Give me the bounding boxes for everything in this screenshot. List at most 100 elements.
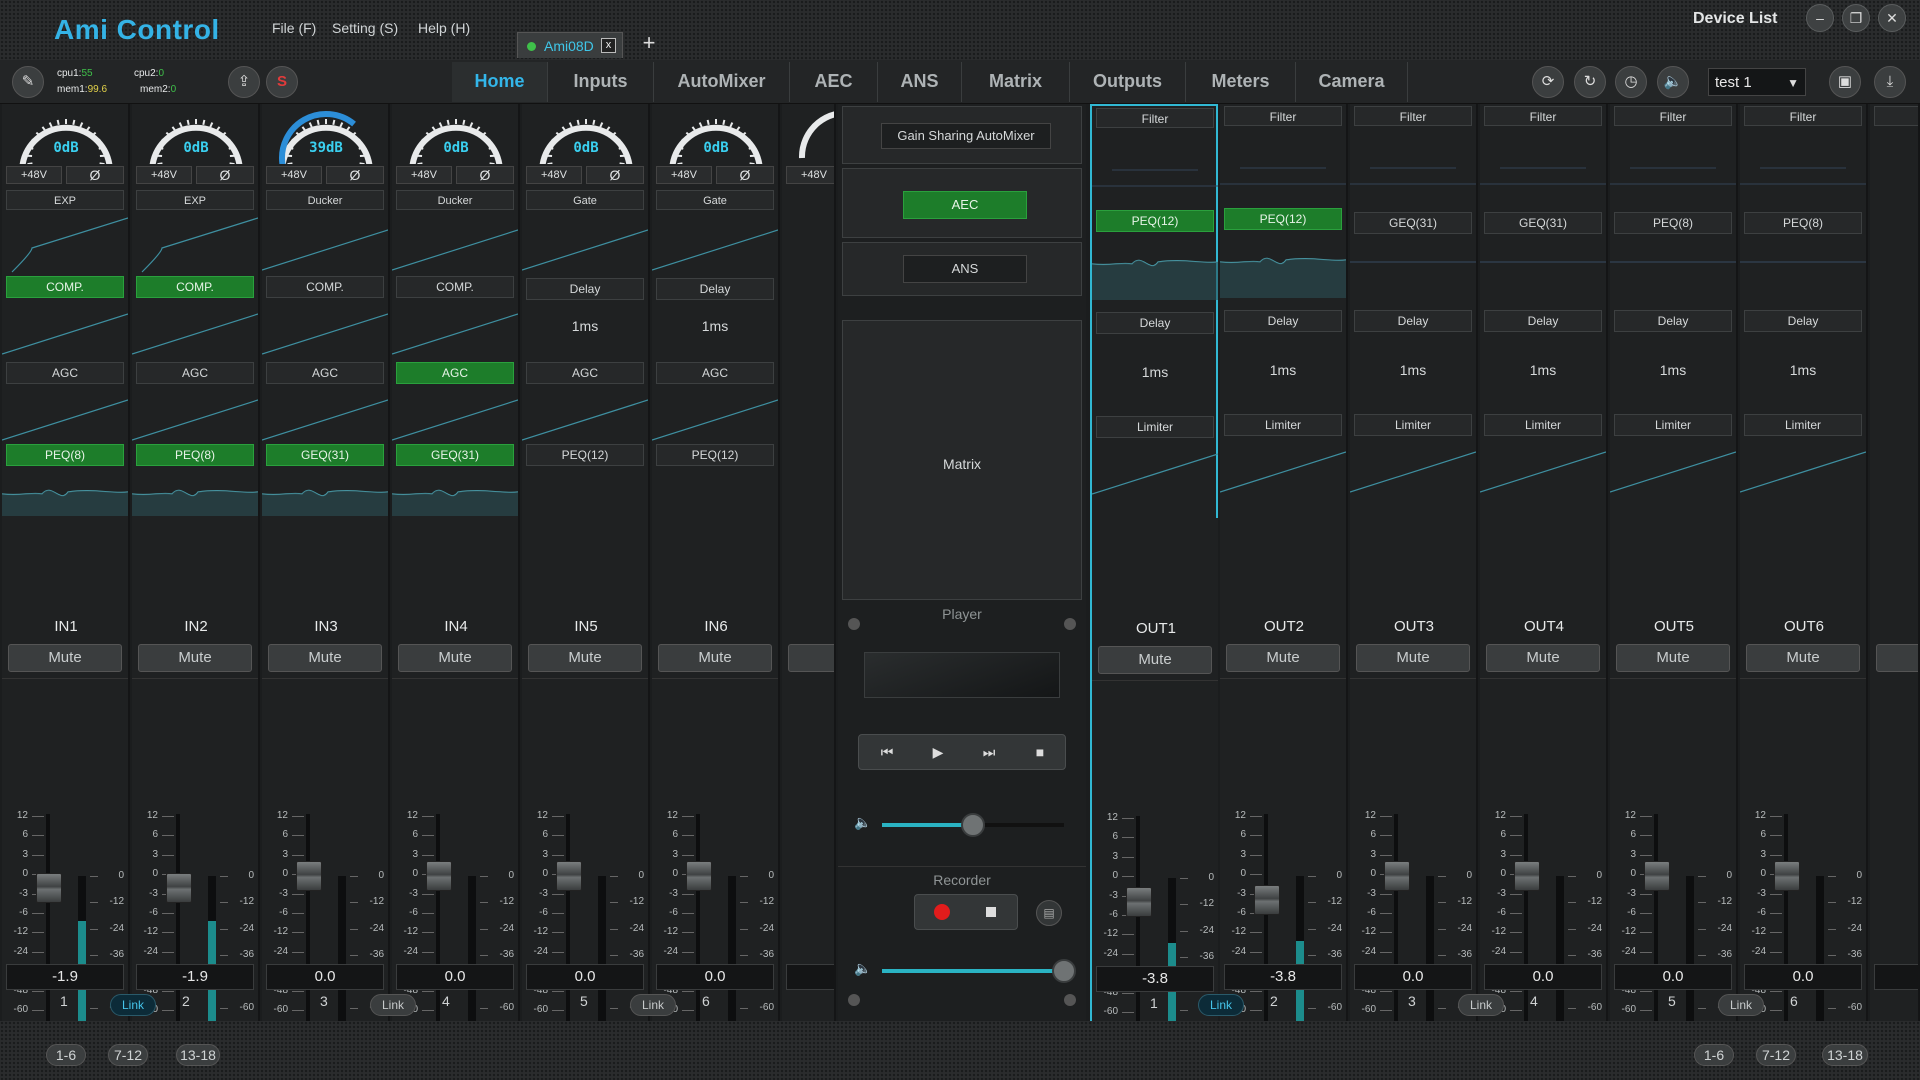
fader-handle[interactable] <box>36 873 62 904</box>
link-button[interactable]: Link <box>1458 994 1504 1016</box>
play-icon[interactable]: ▶ <box>914 737 962 767</box>
phantom-power-button[interactable]: +48V <box>6 166 62 184</box>
compressor-button[interactable]: COMP. <box>396 276 514 298</box>
close-window-icon[interactable]: ✕ <box>1878 4 1906 32</box>
gain-value-box[interactable]: 0.0 <box>396 964 514 990</box>
phantom-power-button[interactable]: +48V <box>786 166 834 184</box>
mute-button[interactable]: Mute <box>1616 644 1730 672</box>
limiter-button[interactable]: Limiter <box>1614 414 1732 436</box>
link-button[interactable]: Link <box>1718 994 1764 1016</box>
gain-value-box[interactable]: 0.0 <box>1354 964 1472 990</box>
phantom-power-button[interactable]: +48V <box>396 166 452 184</box>
filter-button[interactable]: Filter <box>1614 106 1732 126</box>
gain-value-box[interactable]: -1.9 <box>6 964 124 990</box>
dynamics-button[interactable]: EXP <box>6 190 124 210</box>
mute-button[interactable]: Mute <box>528 644 642 672</box>
gain-value-box[interactable]: 0.0 <box>656 964 774 990</box>
filter-button[interactable]: Filter <box>1354 106 1472 126</box>
page-outputs-13-18[interactable]: 13-18 <box>1822 1044 1868 1066</box>
link-button[interactable]: Link <box>370 994 416 1016</box>
upload-icon[interactable]: ⇪ <box>228 66 260 98</box>
preset-select[interactable]: test 1 ▼ <box>1708 68 1806 96</box>
eq-button[interactable]: GEQ(31) <box>1354 212 1472 234</box>
player-volume-slider[interactable] <box>961 813 985 837</box>
page-inputs-7-12[interactable]: 7-12 <box>108 1044 148 1066</box>
fader-handle[interactable] <box>1254 885 1280 916</box>
gain-value-box[interactable]: 0.0 <box>266 964 384 990</box>
tab-home[interactable]: Home <box>452 62 548 102</box>
dynamics-button[interactable]: Ducker <box>396 190 514 210</box>
fader-handle[interactable] <box>1774 861 1800 891</box>
restore-icon[interactable]: ❐ <box>1842 4 1870 32</box>
phase-invert-icon[interactable]: Ø <box>456 166 514 184</box>
eq-button[interactable]: PEQ(12) <box>526 444 644 466</box>
add-tab-icon[interactable]: + <box>637 32 661 56</box>
filter-button[interactable]: Filter <box>1224 106 1342 126</box>
link-button[interactable]: Link <box>1198 994 1244 1016</box>
gain-value-box[interactable] <box>1874 964 1918 990</box>
eq-button[interactable]: PEQ(8) <box>1744 212 1862 234</box>
limiter-button[interactable]: Limiter <box>1224 414 1342 436</box>
agc-button[interactable]: AGC <box>656 362 774 384</box>
fader-handle[interactable] <box>1126 887 1152 918</box>
tab-aec[interactable]: AEC <box>790 62 878 102</box>
record-icon[interactable] <box>934 904 950 920</box>
edit-pencil-icon[interactable]: ✎ <box>12 66 44 98</box>
eq-button[interactable]: PEQ(8) <box>1614 212 1732 234</box>
save-icon[interactable]: ▣ <box>1829 66 1861 98</box>
minimize-icon[interactable]: – <box>1806 4 1834 32</box>
filter-button[interactable]: Filter <box>1874 106 1918 126</box>
gain-value-box[interactable]: 0.0 <box>1614 964 1732 990</box>
mute-button[interactable]: Mute <box>1746 644 1860 672</box>
tab-meters[interactable]: Meters <box>1186 62 1296 102</box>
fader-handle[interactable] <box>166 873 192 904</box>
compressor-button[interactable]: COMP. <box>136 276 254 298</box>
mute-button[interactable]: Mute <box>658 644 772 672</box>
eq-button[interactable]: PEQ(12) <box>1096 210 1214 232</box>
menu-setting[interactable]: Setting (S) <box>332 20 398 36</box>
next-icon[interactable]: ⏭ <box>965 737 1013 767</box>
tab-ans[interactable]: ANS <box>878 62 962 102</box>
tab-matrix[interactable]: Matrix <box>962 62 1070 102</box>
agc-button[interactable]: AGC <box>136 362 254 384</box>
download-icon[interactable]: ⤓ <box>1874 66 1906 98</box>
sync-icon[interactable]: ⟳ <box>1532 66 1564 98</box>
mute-button[interactable]: Mute <box>1098 646 1212 674</box>
delay-button[interactable]: Delay <box>526 278 644 300</box>
gain-value-box[interactable]: 0.0 <box>1484 964 1602 990</box>
eq-button[interactable]: PEQ(12) <box>1224 208 1342 230</box>
limiter-button[interactable]: Limiter <box>1744 414 1862 436</box>
refresh-icon[interactable]: ↻ <box>1574 66 1606 98</box>
page-outputs-1-6[interactable]: 1-6 <box>1694 1044 1734 1066</box>
delay-button[interactable]: Delay <box>1484 310 1602 332</box>
tab-camera[interactable]: Camera <box>1296 62 1408 102</box>
phantom-power-button[interactable]: +48V <box>266 166 322 184</box>
eq-button[interactable]: GEQ(31) <box>266 444 384 466</box>
speaker-icon[interactable]: 🔈 <box>1657 66 1689 98</box>
page-inputs-13-18[interactable]: 13-18 <box>176 1044 220 1066</box>
gain-value-box[interactable]: -3.8 <box>1224 964 1342 990</box>
phase-invert-icon[interactable]: Ø <box>716 166 774 184</box>
fader-handle[interactable] <box>1514 861 1540 891</box>
limiter-button[interactable]: Limiter <box>1484 414 1602 436</box>
agc-button[interactable]: AGC <box>396 362 514 384</box>
filter-button[interactable]: Filter <box>1096 108 1214 128</box>
tab-outputs[interactable]: Outputs <box>1070 62 1186 102</box>
delay-button[interactable]: Delay <box>1224 310 1342 332</box>
gain-sharing-automixer-button[interactable]: Gain Sharing AutoMixer <box>881 123 1051 149</box>
dynamics-button[interactable]: Gate <box>656 190 774 210</box>
filter-button[interactable]: Filter <box>1484 106 1602 126</box>
mute-button[interactable] <box>1876 644 1918 672</box>
fader-handle[interactable] <box>1644 861 1670 891</box>
mute-button[interactable]: Mute <box>398 644 512 672</box>
delay-button[interactable]: Delay <box>1096 312 1214 334</box>
link-button[interactable]: Link <box>110 994 156 1016</box>
mute-button[interactable]: Mute <box>138 644 252 672</box>
ans-button[interactable]: ANS <box>903 255 1027 283</box>
dynamics-button[interactable]: Ducker <box>266 190 384 210</box>
agc-button[interactable]: AGC <box>526 362 644 384</box>
matrix-box[interactable]: Matrix <box>842 320 1082 600</box>
phase-invert-icon[interactable]: Ø <box>66 166 124 184</box>
mute-button[interactable] <box>788 644 834 672</box>
recorder-volume-slider[interactable] <box>1052 959 1076 983</box>
